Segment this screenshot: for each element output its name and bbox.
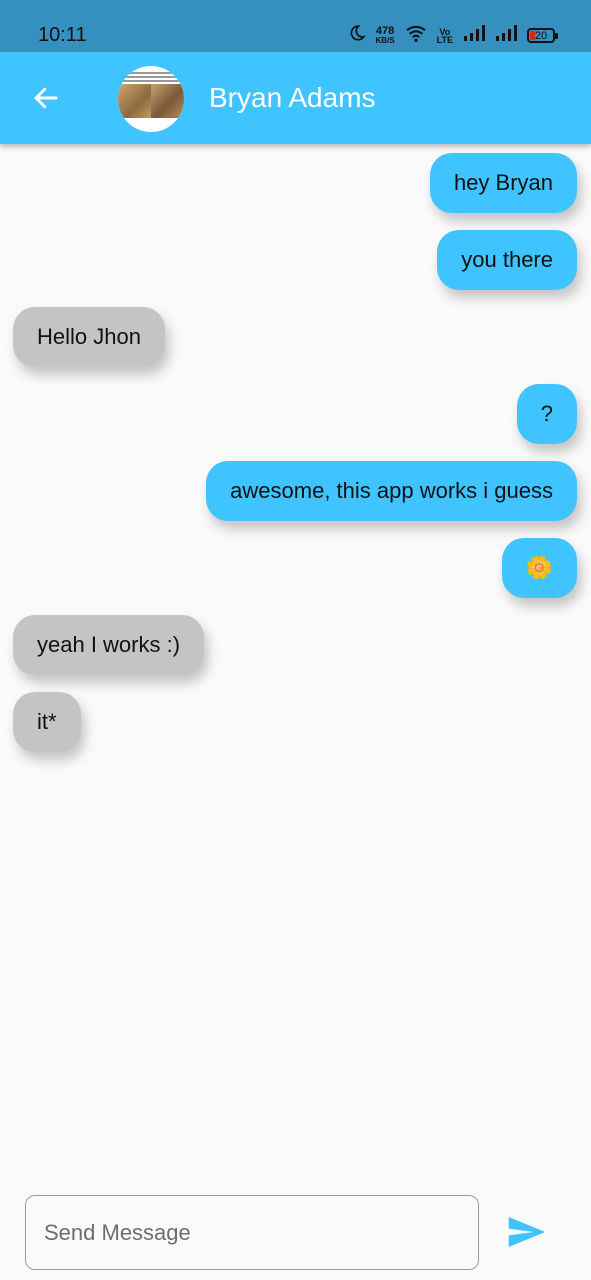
send-button[interactable] [504, 1210, 550, 1254]
battery-icon: 20 [527, 28, 558, 43]
contact-name: Bryan Adams [209, 82, 376, 113]
message-bubble-sent[interactable]: ? [516, 384, 577, 444]
network-speed-unit: KB/S [375, 35, 395, 45]
message-bubble-received[interactable]: it* [13, 692, 81, 752]
message-bubble-sent[interactable]: hey Bryan [429, 153, 577, 213]
message-input-box [25, 1195, 479, 1270]
message-bubble-received[interactable]: yeah I works :) [13, 615, 205, 675]
send-icon [508, 1217, 546, 1247]
network-speed: 478 KB/S [375, 24, 395, 45]
status-bar: 10:11 478 KB/S Vo LTE 20 [0, 0, 591, 52]
signal-icon [463, 25, 485, 46]
signal-icon [495, 25, 517, 46]
wifi-icon [405, 24, 427, 47]
message-bubble-sent[interactable]: 🌼 [501, 538, 577, 598]
status-icons: 478 KB/S Vo LTE 20 [348, 24, 558, 47]
avatar[interactable] [118, 66, 184, 132]
status-time: 10:11 [38, 24, 87, 46]
volte-bottom: LTE [436, 34, 453, 45]
message-bubble-sent[interactable]: you there [437, 230, 577, 290]
arrow-left-icon [34, 87, 58, 109]
message-input[interactable] [26, 1196, 478, 1269]
volte-icon: Vo LTE [436, 27, 453, 45]
battery-level: 20 [534, 29, 548, 42]
message-bubble-sent[interactable]: awesome, this app works i guess [206, 461, 577, 521]
app-bar: Bryan Adams [0, 52, 591, 144]
message-bubble-received[interactable]: Hello Jhon [13, 307, 165, 367]
network-speed-value: 478 [375, 24, 395, 37]
back-button[interactable] [28, 80, 64, 116]
moon-icon [348, 24, 366, 47]
